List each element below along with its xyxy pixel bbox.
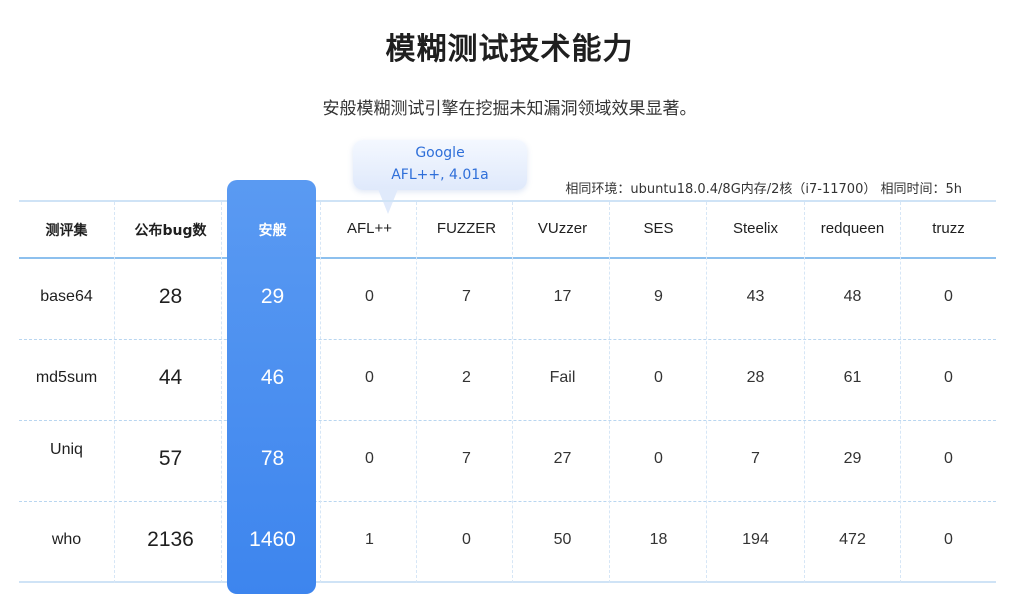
table-cell: 0 bbox=[944, 369, 953, 386]
column-divider bbox=[221, 202, 222, 583]
table-cell: 17 bbox=[553, 288, 572, 305]
table-cell: 2 bbox=[462, 369, 471, 386]
table-cell: 7 bbox=[462, 288, 471, 305]
table-cell: 0 bbox=[944, 450, 953, 467]
table-cell: 0 bbox=[944, 531, 953, 548]
table-cell: 48 bbox=[843, 288, 862, 305]
table-cell: 1460 bbox=[249, 528, 296, 551]
table-cell: 2136 bbox=[147, 528, 194, 551]
table-cell: 0 bbox=[365, 450, 374, 467]
column-divider bbox=[114, 202, 115, 583]
table-cell: 78 bbox=[260, 447, 285, 470]
table-cell: 57 bbox=[158, 447, 183, 470]
table-cell: 1 bbox=[365, 531, 374, 548]
column-header: truzz bbox=[932, 220, 965, 237]
table-cell: 7 bbox=[462, 450, 471, 467]
row-label: base64 bbox=[40, 288, 93, 305]
table-cell: 9 bbox=[654, 288, 663, 305]
column-header: VUzzer bbox=[537, 220, 588, 237]
table-cell: 18 bbox=[649, 531, 668, 548]
table-cell: 44 bbox=[158, 366, 183, 389]
callout-vendor: Google bbox=[415, 145, 465, 161]
table-cell: 0 bbox=[944, 288, 953, 305]
row-label: Uniq bbox=[50, 441, 83, 458]
table-cell: 27 bbox=[553, 450, 572, 467]
column-divider bbox=[416, 202, 417, 583]
table-cell: 0 bbox=[654, 450, 663, 467]
table-cell: Fail bbox=[549, 369, 576, 386]
column-divider bbox=[706, 202, 707, 583]
table-cell: 50 bbox=[553, 531, 572, 548]
column-header: redqueen bbox=[820, 220, 885, 237]
table-cell: 28 bbox=[746, 369, 765, 386]
column-divider bbox=[512, 202, 513, 583]
page-title: 模糊测试技术能力 bbox=[385, 32, 634, 67]
table-cell: 472 bbox=[839, 531, 866, 548]
table-cell: 0 bbox=[462, 531, 471, 548]
table-cell: 0 bbox=[365, 369, 374, 386]
table-cell: 194 bbox=[742, 531, 769, 548]
column-header: Steelix bbox=[732, 220, 779, 237]
column-header: FUZZER bbox=[436, 220, 497, 237]
page-subtitle: 安般模糊测试引擎在挖掘未知漏洞领域效果显著。 bbox=[322, 99, 697, 119]
table-cell: 0 bbox=[654, 369, 663, 386]
table-cell: 0 bbox=[365, 288, 374, 305]
table-cell: 61 bbox=[843, 369, 862, 386]
column-divider bbox=[804, 202, 805, 583]
table-cell: 29 bbox=[843, 450, 862, 467]
table-cell: 28 bbox=[158, 285, 183, 308]
column-header: AFL++ bbox=[346, 220, 393, 237]
column-divider bbox=[900, 202, 901, 583]
table-cell: 29 bbox=[260, 285, 285, 308]
row-label: md5sum bbox=[35, 369, 98, 386]
row-label: who bbox=[51, 531, 82, 548]
table-cell: 46 bbox=[260, 366, 285, 389]
callout-version: AFL++, 4.01a bbox=[391, 167, 489, 183]
table-cell: 7 bbox=[751, 450, 760, 467]
column-divider bbox=[609, 202, 610, 583]
column-header: 安般 bbox=[258, 223, 287, 239]
column-header: 测评集 bbox=[45, 223, 88, 239]
column-header: SES bbox=[643, 220, 674, 237]
table-cell: 43 bbox=[746, 288, 765, 305]
environment-note: 相同环境：ubuntu18.0.4/8G内存/2核（i7-11700） 相同时间… bbox=[565, 182, 962, 197]
column-header: 公布bug数 bbox=[134, 223, 207, 239]
column-divider bbox=[320, 202, 321, 583]
